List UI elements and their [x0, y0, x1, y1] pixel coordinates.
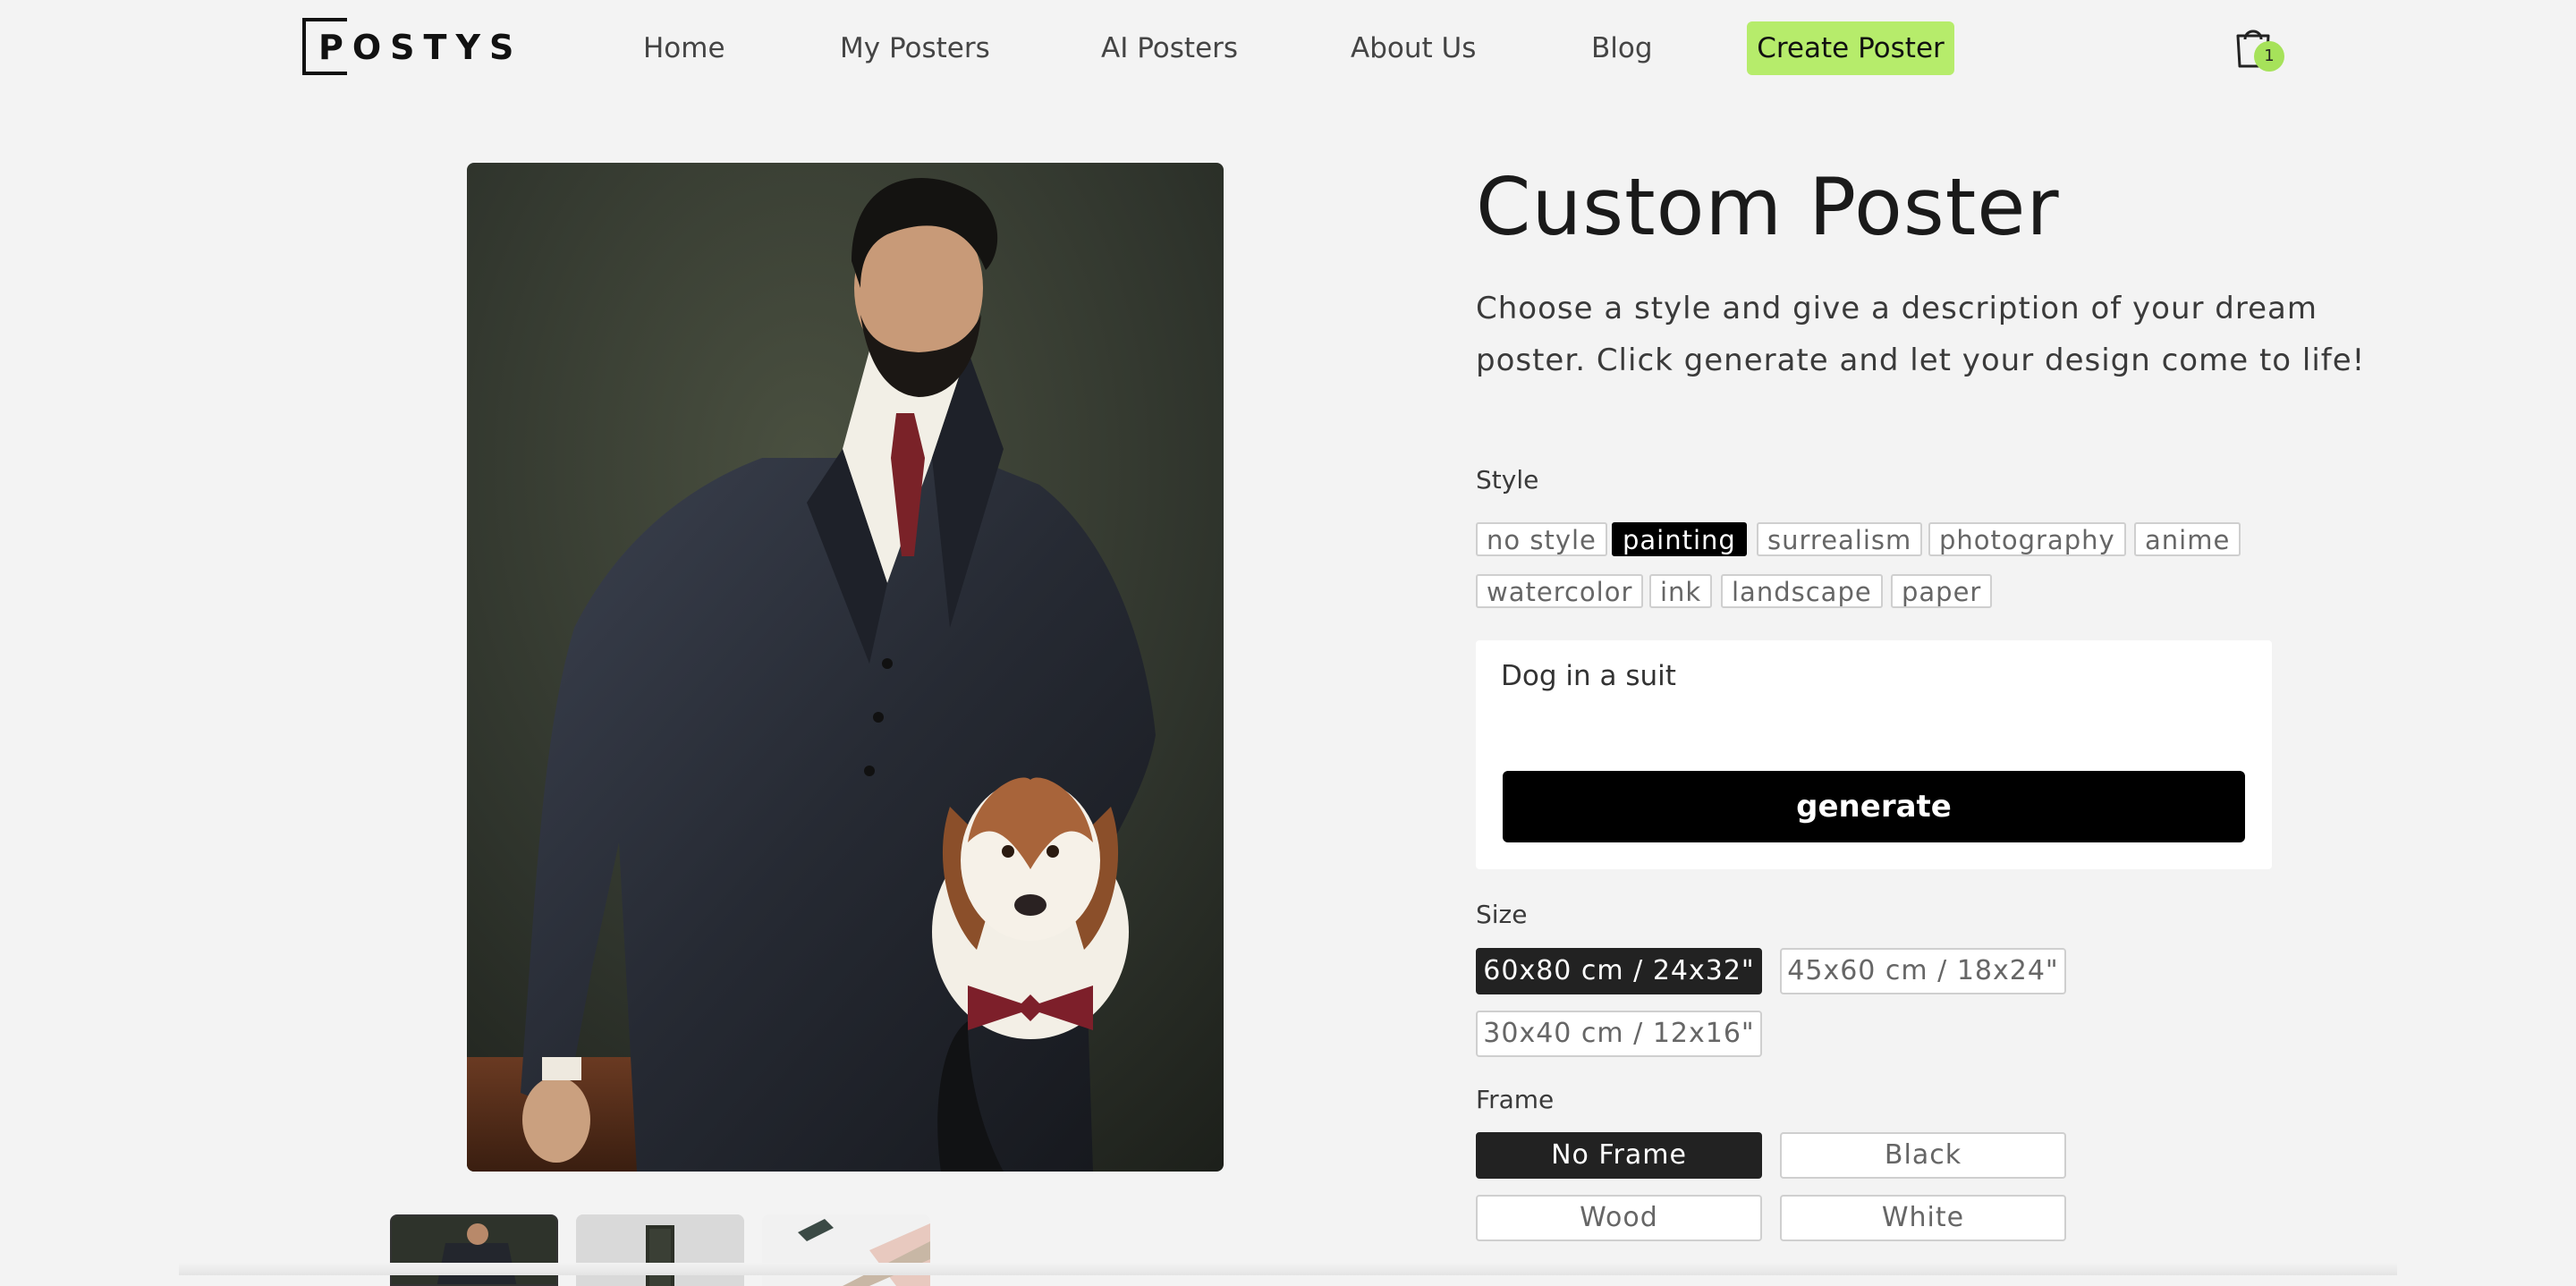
style-chip-photography[interactable]: photography [1928, 522, 2126, 556]
logo[interactable]: POSTYS [302, 18, 513, 77]
thumbnail-2-image [576, 1214, 744, 1286]
cart-count-badge: 1 [2254, 41, 2284, 72]
style-chip-ink[interactable]: ink [1649, 574, 1713, 608]
style-chip-anime[interactable]: anime [2134, 522, 2241, 556]
page-fold-shadow [179, 1263, 2397, 1275]
poster-painting [467, 163, 1224, 1172]
style-chip-painting[interactable]: painting [1612, 522, 1747, 556]
prompt-input[interactable]: Dog in a suit [1501, 660, 1676, 692]
style-chip-watercolor[interactable]: watercolor [1476, 574, 1644, 608]
create-poster-button[interactable]: Create Poster [1747, 21, 1954, 75]
frame-option-wood[interactable]: Wood [1476, 1195, 1762, 1241]
style-chip-paper[interactable]: paper [1891, 574, 1993, 608]
thumbnail-3-image [762, 1214, 930, 1286]
nav-blog[interactable]: Blog [1591, 21, 1653, 75]
style-chip-no-style[interactable]: no style [1476, 522, 1607, 556]
frame-label: Frame [1476, 1085, 1555, 1114]
nav-my-posters[interactable]: My Posters [840, 21, 990, 75]
style-chip-landscape[interactable]: landscape [1721, 574, 1883, 608]
thumbnail-3[interactable] [762, 1214, 930, 1286]
size-label: Size [1476, 900, 1528, 929]
generate-button[interactable]: generate [1503, 771, 2245, 842]
thumbnail-1[interactable] [390, 1214, 558, 1286]
size-option-30x40[interactable]: 30x40 cm / 12x16" [1476, 1011, 1762, 1057]
poster-preview-image [467, 163, 1224, 1172]
nav-about-us[interactable]: About Us [1351, 21, 1476, 75]
frame-option-white[interactable]: White [1780, 1195, 2066, 1241]
logo-text: POSTYS [318, 28, 523, 67]
prompt-panel: Dog in a suit generate [1476, 640, 2272, 869]
page-title: Custom Poster [1476, 161, 2060, 253]
site-header: POSTYS Home My Posters AI Posters About … [0, 0, 2576, 98]
thumbnail-1-image [392, 1216, 556, 1284]
frame-option-black[interactable]: Black [1780, 1132, 2066, 1179]
product-description: Choose a style and give a description of… [1476, 291, 2366, 378]
nav-home[interactable]: Home [643, 21, 725, 75]
size-option-45x60[interactable]: 45x60 cm / 18x24" [1780, 948, 2066, 994]
size-option-60x80[interactable]: 60x80 cm / 24x32" [1476, 948, 1762, 994]
nav-ai-posters[interactable]: AI Posters [1101, 21, 1238, 75]
style-chip-surrealism[interactable]: surrealism [1757, 522, 1923, 556]
style-label: Style [1476, 465, 1539, 495]
frame-option-no-frame[interactable]: No Frame [1476, 1132, 1762, 1179]
thumbnail-2[interactable] [576, 1214, 744, 1286]
